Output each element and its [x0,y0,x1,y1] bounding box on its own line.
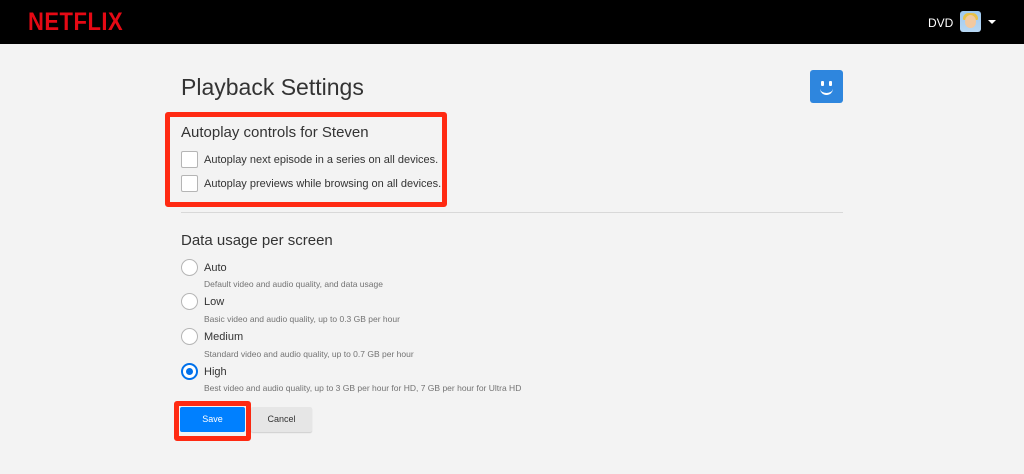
avatar-face [965,15,976,28]
radio-low-description: Basic video and audio quality, up to 0.3… [204,314,400,324]
kids-profile-icon [810,70,843,103]
kids-icon-left-eye [821,81,824,86]
autoplay-next-episode-checkbox[interactable] [181,151,198,168]
radio-auto-label[interactable]: Auto [204,262,227,274]
radio-high[interactable] [181,363,198,380]
page-title: Playback Settings [181,74,364,100]
radio-medium-label[interactable]: Medium [204,331,243,343]
section-divider [181,212,843,213]
save-button[interactable]: Save [180,407,245,432]
autoplay-previews-label[interactable]: Autoplay previews while browsing on all … [204,178,441,190]
kids-icon-right-eye [829,81,832,86]
autoplay-previews-checkbox[interactable] [181,175,198,192]
autoplay-next-episode-label[interactable]: Autoplay next episode in a series on all… [204,154,438,166]
radio-low[interactable] [181,293,198,310]
radio-high-label[interactable]: High [204,366,227,378]
radio-auto[interactable] [181,259,198,276]
kids-icon-smile [820,88,833,95]
radio-medium-description: Standard video and audio quality, up to … [204,349,414,359]
data-usage-heading: Data usage per screen [181,232,333,249]
autoplay-heading: Autoplay controls for Steven [181,124,369,141]
netflix-logo[interactable]: NETFLIX [28,7,123,37]
radio-low-label[interactable]: Low [204,296,224,308]
profile-avatar-icon[interactable] [960,11,981,32]
profile-name[interactable]: DVD [928,16,953,30]
radio-auto-description: Default video and audio quality, and dat… [204,279,383,289]
chevron-down-icon[interactable] [988,20,996,24]
cancel-button[interactable]: Cancel [251,407,312,432]
radio-high-description: Best video and audio quality, up to 3 GB… [204,383,522,393]
radio-medium[interactable] [181,328,198,345]
top-navigation-bar: NETFLIX DVD [0,0,1024,44]
